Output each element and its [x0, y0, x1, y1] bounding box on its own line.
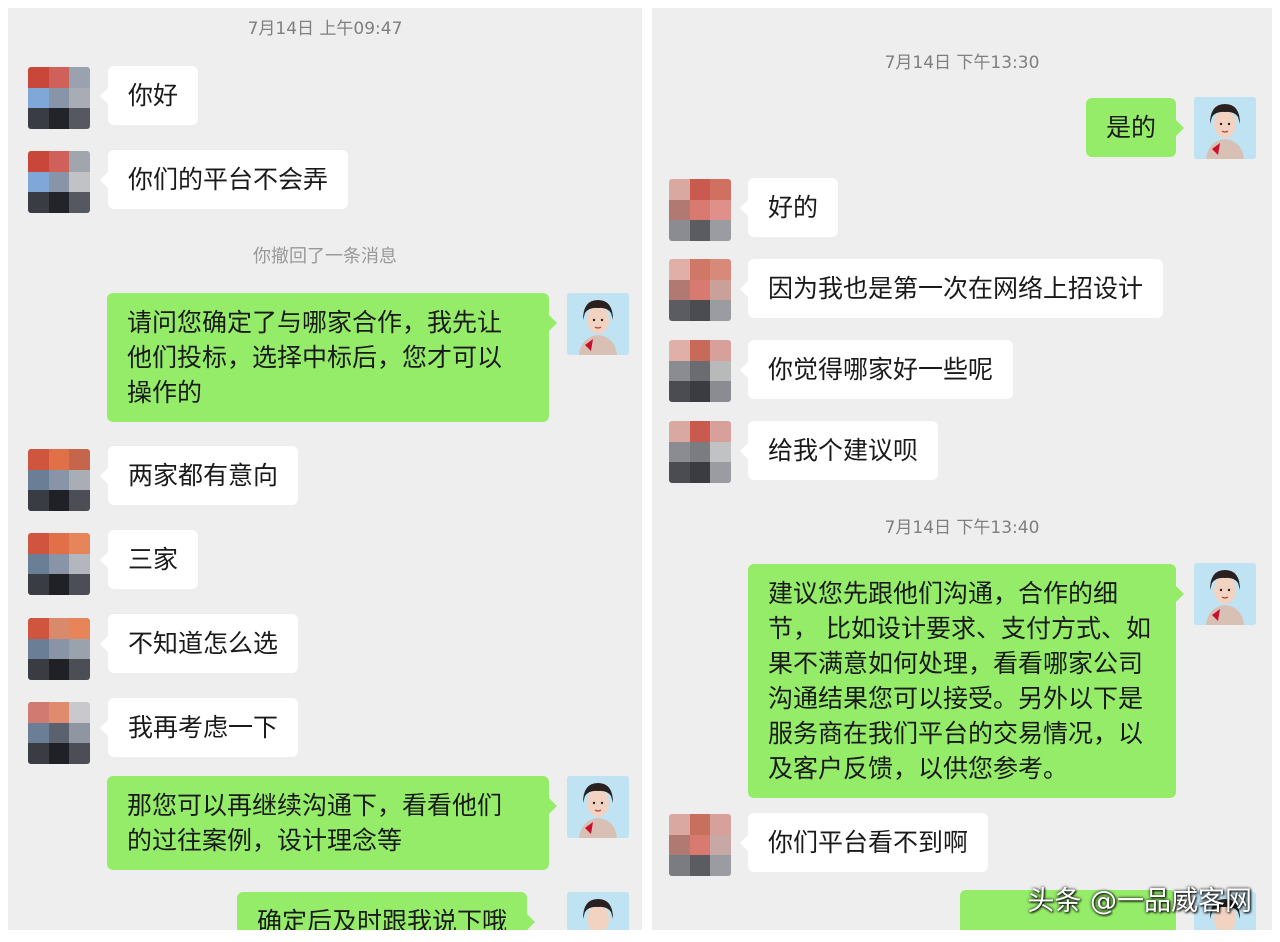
avatar-self[interactable]	[1194, 97, 1256, 159]
avatar-pixelated[interactable]	[28, 449, 90, 511]
avatar-pixelated[interactable]	[28, 151, 90, 213]
timestamp: 7月14日 上午09:47	[247, 19, 403, 39]
message-bubble[interactable]: 你们平台看不到啊	[739, 813, 989, 872]
message-bubble[interactable]: 给我个建议呗	[739, 421, 939, 480]
message-bubble[interactable]: 建议您先跟他们沟通，合作的细 节， 比如设计要求、支付方式、如 果不满意如何处理…	[748, 564, 1184, 798]
avatar-pixelated[interactable]	[669, 814, 731, 876]
message-bubble[interactable]: 我再考虑一下	[99, 698, 299, 757]
timestamp: 7月14日 下午13:40	[884, 518, 1040, 538]
avatar-self[interactable]	[567, 892, 629, 930]
avatar-pixelated[interactable]	[669, 340, 731, 402]
message-bubble[interactable]: 是的	[1086, 98, 1185, 157]
avatar-pixelated[interactable]	[28, 67, 90, 129]
recall-notice: 你撤回了一条消息	[253, 246, 397, 267]
watermark: 头条 @一品威客网	[1027, 886, 1252, 917]
message-bubble[interactable]: 两家都有意向	[99, 446, 299, 505]
message-bubble[interactable]: 好的	[739, 178, 839, 237]
timestamp: 7月14日 下午13:30	[884, 53, 1040, 73]
avatar-pixelated[interactable]	[669, 259, 731, 321]
message-bubble[interactable]: 那您可以再继续沟通下，看看他们 的过往案例，设计理念等	[107, 776, 557, 870]
message-bubble[interactable]: 你们的平台不会弄	[99, 150, 349, 209]
avatar-pixelated[interactable]	[28, 618, 90, 680]
avatar-pixelated[interactable]	[28, 702, 90, 764]
avatar-pixelated[interactable]	[669, 421, 731, 483]
chat-panel-left: 7月14日 上午09:47 你好 你们的平台不会弄 你撤回了一条消息 请问您确定…	[8, 8, 642, 930]
message-bubble[interactable]: 不知道怎么选	[99, 614, 299, 673]
chat-panel-right: 7月14日 下午13:30 是的 好的 因为我也是第一次在网络上招设计 你觉得哪…	[652, 8, 1272, 930]
message-bubble[interactable]: 你觉得哪家好一些呢	[739, 340, 1014, 399]
avatar-pixelated[interactable]	[28, 533, 90, 595]
message-bubble[interactable]: 你好	[99, 66, 199, 125]
message-bubble[interactable]: 因为我也是第一次在网络上招设计	[739, 259, 1164, 318]
message-bubble[interactable]: 三家	[99, 530, 199, 589]
message-bubble[interactable]: 确定后及时跟我说下哦	[237, 892, 536, 930]
avatar-self[interactable]	[567, 293, 629, 355]
avatar-self[interactable]	[1194, 563, 1256, 625]
avatar-pixelated[interactable]	[669, 179, 731, 241]
avatar-self[interactable]	[567, 776, 629, 838]
message-bubble[interactable]: 请问您确定了与哪家合作，我先让 他们投标，选择中标后，您才可以 操作的	[107, 293, 557, 422]
